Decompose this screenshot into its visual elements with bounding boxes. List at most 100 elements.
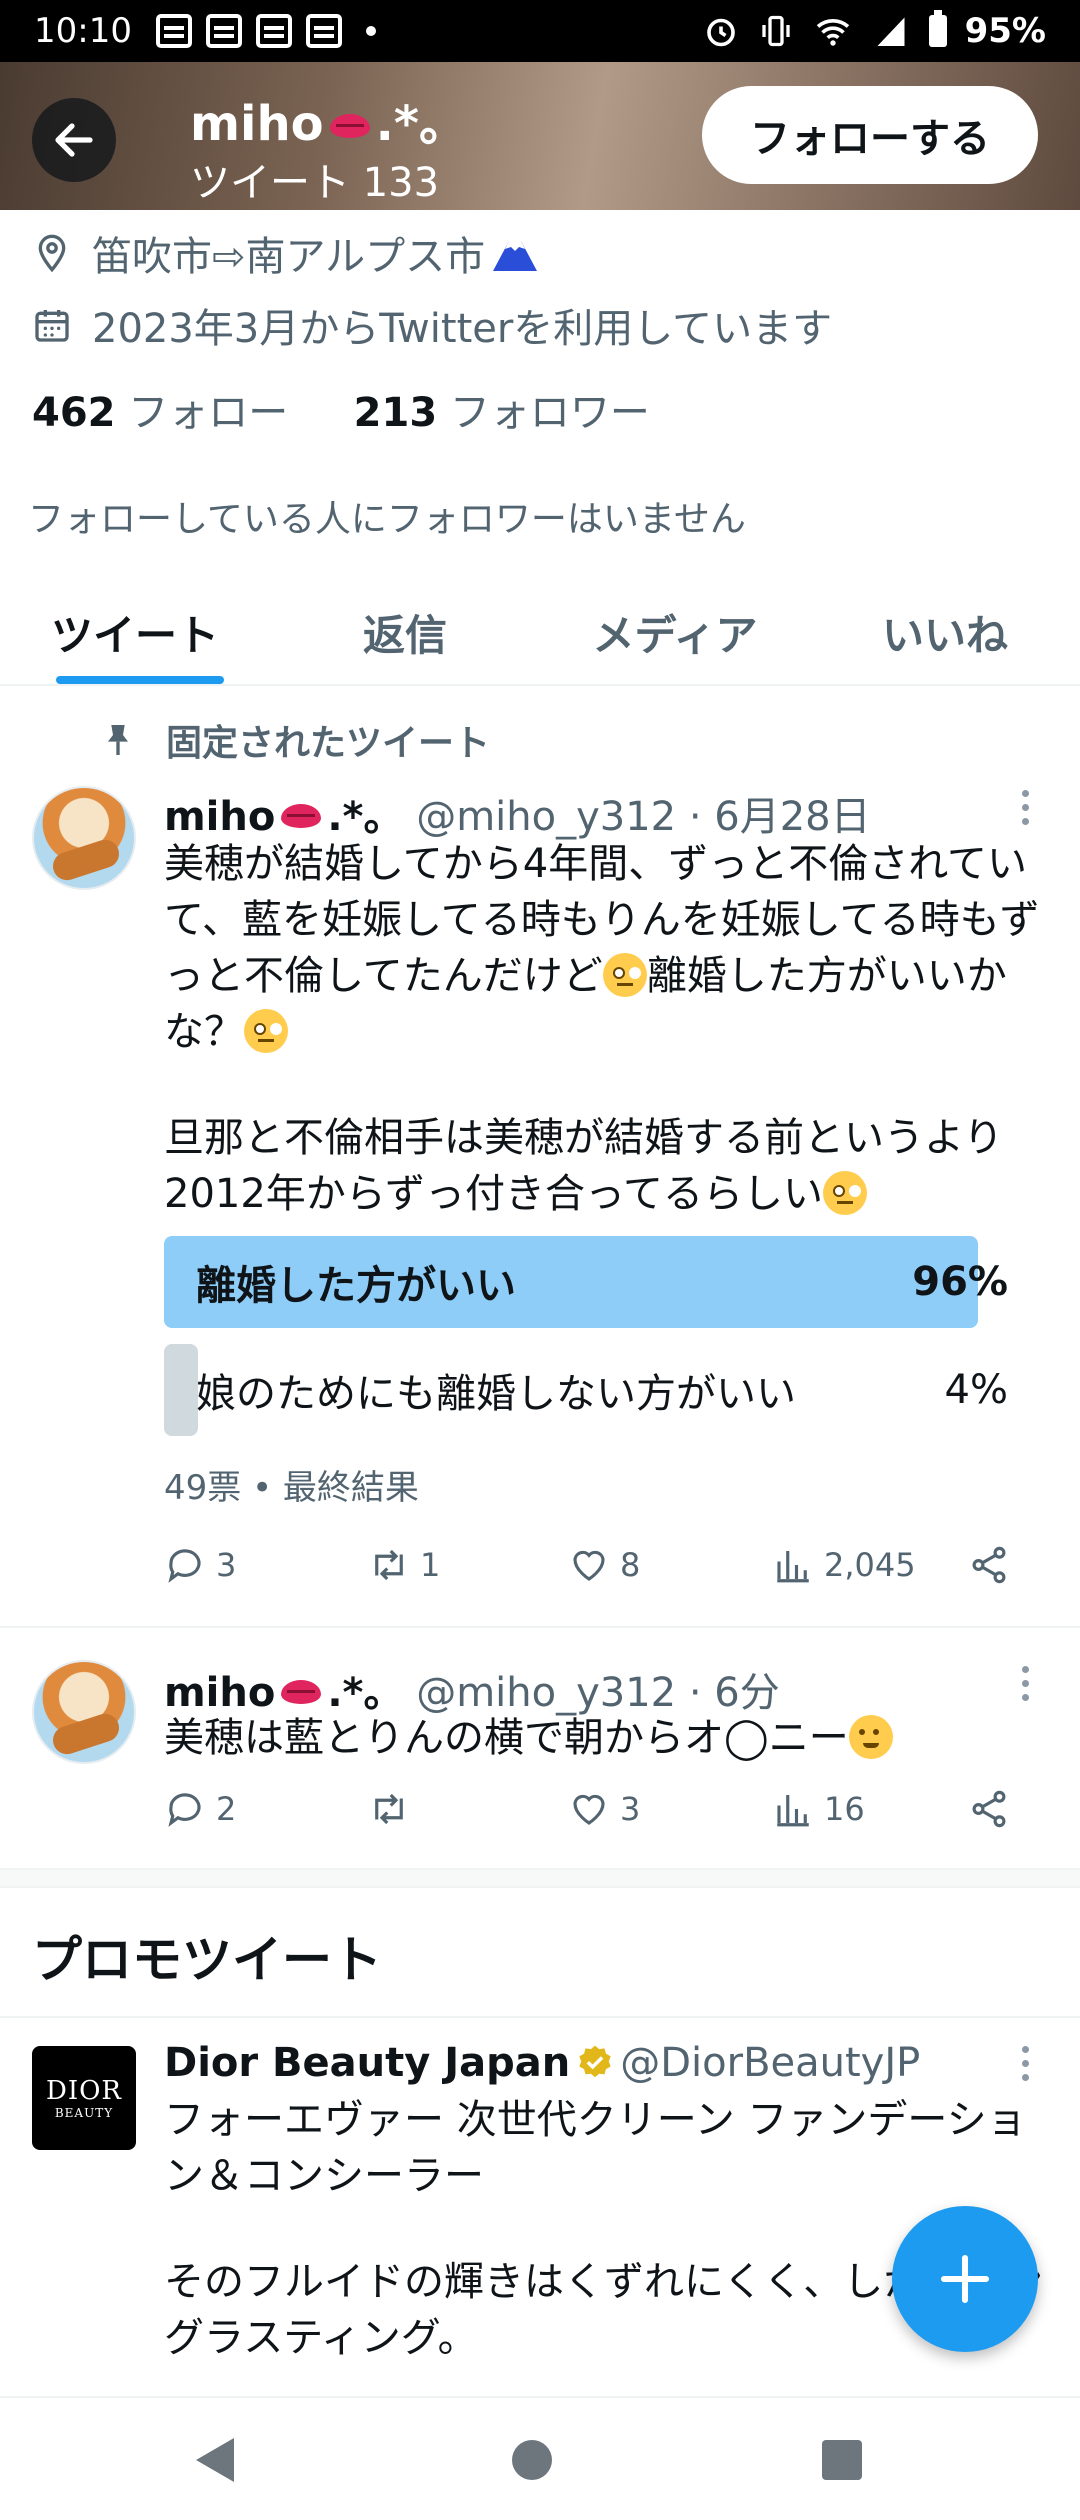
- poll-option: 離婚した方がいい 96%: [164, 1236, 1012, 1328]
- tweet-text: フォーエヴァー 次世代クリーン ファンデーション＆コンシーラー: [164, 2097, 1027, 2199]
- tweet-actions: 2 3 16: [164, 1788, 1024, 1848]
- lips-emoji-icon: [281, 1680, 322, 1704]
- nav-back-icon[interactable]: [196, 2438, 234, 2482]
- follow-button[interactable]: フォローする: [702, 86, 1038, 184]
- display-name-suffix: .*。: [375, 96, 467, 152]
- share-icon: [972, 1546, 1006, 1584]
- share-button[interactable]: [968, 1544, 1010, 1586]
- tweet-handle-time: @miho_y312 · 6月28日: [416, 794, 871, 840]
- more-options-icon[interactable]: [1022, 790, 1030, 832]
- views-button[interactable]: 16: [772, 1788, 865, 1830]
- logo-text: DIOR: [45, 2076, 122, 2106]
- tweet-actions: 3 1 8 2,045: [164, 1544, 1024, 1604]
- back-button[interactable]: [32, 98, 116, 182]
- tab-likes[interactable]: いいね: [810, 580, 1080, 684]
- views-button[interactable]: 2,045: [772, 1544, 916, 1586]
- poll-meta: 49票 • 最終結果: [164, 1468, 419, 1508]
- following-link[interactable]: 462 フォロー: [32, 390, 288, 436]
- join-date-text: 2023年3月からTwitterを利用しています: [92, 306, 833, 352]
- location-row: 笛吹市⇨南アルプス市: [32, 224, 539, 282]
- location-text: 笛吹市⇨南アルプス市: [92, 234, 486, 280]
- poll-option-label: 離婚した方がいい: [196, 1263, 516, 1309]
- reply-icon: [168, 1793, 201, 1827]
- tweet-author-name[interactable]: Dior Beauty Japan: [164, 2040, 570, 2086]
- mutual-followers-note: フォローしている人にフォロワーはいません: [28, 499, 746, 540]
- retweet-icon: [375, 1549, 403, 1581]
- retweet-button[interactable]: 1: [368, 1544, 440, 1586]
- reply-count: 2: [216, 1790, 237, 1828]
- reply-button[interactable]: 3: [164, 1544, 236, 1586]
- system-navigation-bar: [0, 2396, 1080, 2520]
- view-count: 16: [824, 1790, 865, 1828]
- tweet-text: 旦那と不倫相手は美穂が結婚する前というより2012年からずっ付き合ってるらしい: [164, 1110, 1064, 1222]
- avatar[interactable]: [32, 1660, 136, 1764]
- header-display-name: miho .*。: [190, 84, 467, 154]
- reply-button[interactable]: 2: [164, 1788, 236, 1830]
- lips-emoji-icon: [329, 114, 370, 138]
- share-button[interactable]: [968, 1788, 1010, 1830]
- location-pin-icon: [38, 234, 66, 273]
- reply-icon: [168, 1549, 201, 1583]
- verified-badge-icon: [579, 2045, 611, 2078]
- nav-recents-icon[interactable]: [822, 2440, 862, 2480]
- tab-tweets[interactable]: ツイート: [0, 580, 270, 684]
- heart-icon: [573, 1550, 605, 1581]
- heart-icon: [573, 1794, 605, 1825]
- tweet-text: 美穂が結婚してから4年間、ずっと不倫されていて、藍を妊娠してる時もりんを妊娠して…: [164, 836, 1064, 1060]
- tweet-text-part: 旦那と不倫相手は美穂が結婚する前というより2012年からずっ付き合ってるらしい: [164, 1115, 1004, 1217]
- like-count: 3: [620, 1790, 641, 1828]
- poll-option: 娘のためにも離婚しない方がいい 4%: [164, 1344, 1012, 1436]
- following-label: フォロー: [128, 390, 289, 436]
- tweet-author-suffix: .*。: [327, 794, 404, 840]
- lips-emoji-icon: [281, 804, 322, 828]
- profile-tabs: ツイート 返信 メディア いいね: [0, 580, 1080, 686]
- more-notifications-icon: [365, 26, 376, 36]
- join-date-row: 2023年3月からTwitterを利用しています: [32, 296, 832, 354]
- eye-roll-emoji-icon: [602, 953, 647, 997]
- tweet-header: Dior Beauty Japan @DiorBeautyJP: [164, 2040, 920, 2086]
- notification-icon: [255, 14, 292, 48]
- poll-option-percent: 4%: [944, 1367, 1008, 1413]
- notification-icon: [305, 14, 342, 48]
- reply-count: 3: [216, 1546, 237, 1584]
- arrow-left-icon: [55, 123, 93, 157]
- following-count: 462: [32, 390, 116, 436]
- like-count: 8: [620, 1546, 641, 1584]
- more-options-icon[interactable]: [1022, 1666, 1030, 1708]
- pinned-label-text: 固定されたツイート: [166, 723, 491, 764]
- tweet-header: miho .*。 @miho_y312 · 6月28日: [164, 784, 871, 842]
- nav-home-icon[interactable]: [512, 2440, 552, 2480]
- logo-subtext: BEAUTY: [54, 2106, 114, 2120]
- notification-icon: [205, 14, 242, 48]
- poll-option-percent: 96%: [912, 1259, 1008, 1305]
- tab-media[interactable]: メディア: [540, 580, 810, 684]
- tweet-handle-time: @DiorBeautyJP: [620, 2040, 921, 2086]
- vibrate-icon: [761, 15, 790, 47]
- promoted-section-title: プロモツイート: [32, 1931, 382, 1989]
- alarm-icon: [706, 18, 735, 47]
- avatar[interactable]: [32, 786, 136, 890]
- poll-option-label: 娘のためにも離婚しない方がいい: [196, 1371, 796, 1417]
- retweet-icon: [375, 1793, 403, 1825]
- more-options-icon[interactable]: [1022, 2046, 1030, 2088]
- compose-tweet-button[interactable]: [892, 2206, 1038, 2352]
- tweet-author-name[interactable]: miho: [164, 794, 275, 840]
- battery-icon: [928, 10, 947, 47]
- plus-icon: [940, 2254, 990, 2304]
- analytics-icon: [777, 1551, 809, 1583]
- battery-level: 95%: [964, 11, 1046, 51]
- retweet-count: 1: [420, 1546, 441, 1584]
- wifi-icon: [816, 19, 849, 46]
- divider: [0, 2016, 1080, 2018]
- followers-link[interactable]: 213 フォロワー: [354, 390, 650, 436]
- tweet-text-part: 美穂は藍とりんの横で朝からオ◯ニー: [164, 1715, 849, 1761]
- view-count: 2,045: [824, 1546, 916, 1584]
- retweet-button[interactable]: [368, 1788, 420, 1830]
- like-button[interactable]: 3: [568, 1788, 640, 1830]
- tab-replies[interactable]: 返信: [270, 580, 540, 684]
- pinned-tweet-label: 固定されたツイート: [98, 714, 490, 766]
- pin-icon: [108, 725, 128, 755]
- like-button[interactable]: 8: [568, 1544, 640, 1586]
- dior-logo[interactable]: DIOR BEAUTY: [32, 2046, 136, 2150]
- mount-fuji-emoji-icon: [493, 241, 538, 271]
